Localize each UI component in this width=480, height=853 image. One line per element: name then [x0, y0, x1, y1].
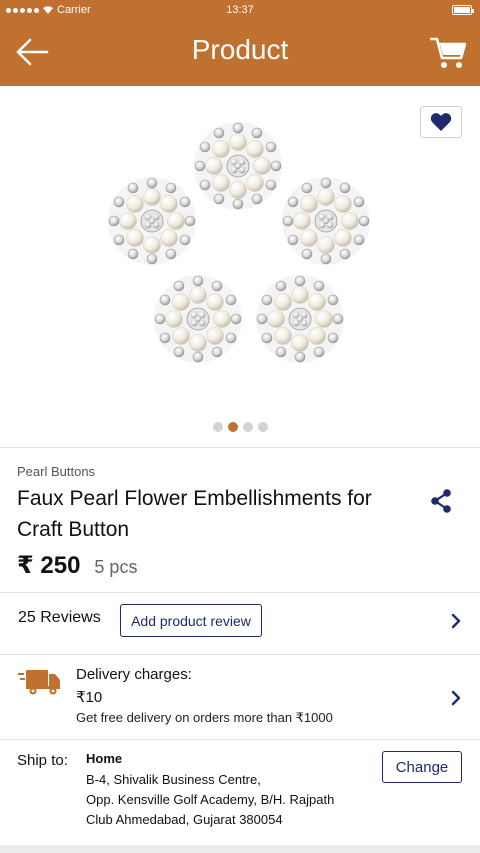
product-price: ₹ 250	[17, 552, 81, 579]
price-row: ₹ 250 5 pcs	[17, 551, 137, 580]
header: Product	[0, 22, 480, 86]
delivery-price: ₹10	[76, 689, 103, 706]
product-screen: Carrier 13:37 Product Pearl Buttons Faux…	[0, 0, 480, 853]
change-address-button[interactable]: Change	[382, 751, 462, 783]
wishlist-button[interactable]	[420, 106, 462, 138]
pager-dot[interactable]	[257, 422, 268, 432]
product-image	[107, 121, 371, 364]
product-name: Faux Pearl Flower Embellishments for Cra…	[17, 487, 372, 541]
chevron-right-icon[interactable]	[450, 690, 462, 706]
bottom-strip	[0, 845, 480, 853]
share-button[interactable]	[428, 488, 454, 514]
app-bar: Carrier 13:37 Product	[0, 0, 480, 86]
product-quantity: 5 pcs	[94, 557, 138, 577]
cart-icon	[430, 37, 466, 68]
pager-dot[interactable]	[227, 422, 238, 432]
share-icon	[431, 489, 451, 513]
ship-to-label: Ship to:	[17, 752, 68, 769]
delivery-row[interactable]: Delivery charges: ₹10 Get free delivery …	[0, 655, 480, 739]
status-time: 13:37	[226, 4, 254, 16]
address-name: Home	[86, 751, 123, 766]
page-title: Product	[191, 34, 289, 65]
product-category: Pearl Buttons	[17, 464, 96, 479]
image-pager[interactable]	[0, 422, 480, 432]
status-bar: Carrier 13:37	[0, 0, 480, 22]
truck-icon	[18, 670, 60, 695]
delivery-label: Delivery charges:	[76, 666, 192, 683]
cart-button[interactable]	[430, 36, 466, 70]
free-delivery-note: Get free delivery on orders more than ₹1…	[76, 710, 333, 725]
pager-dot[interactable]	[242, 422, 253, 432]
product-gallery[interactable]	[0, 86, 480, 436]
shipping-address: B-4, Shivalik Business Centre, Opp. Kens…	[86, 772, 335, 827]
pager-dot[interactable]	[212, 422, 223, 432]
add-review-button[interactable]: Add product review	[120, 604, 262, 637]
reviews-row[interactable]: 25 Reviews Add product review	[0, 593, 480, 654]
reviews-count: 25 Reviews	[18, 609, 101, 626]
divider	[0, 447, 480, 448]
heart-icon	[430, 113, 452, 131]
ship-to-section: Ship to: Home B-4, Shivalik Business Cen…	[0, 740, 480, 845]
chevron-right-icon[interactable]	[450, 613, 462, 629]
battery-icon	[452, 5, 474, 15]
